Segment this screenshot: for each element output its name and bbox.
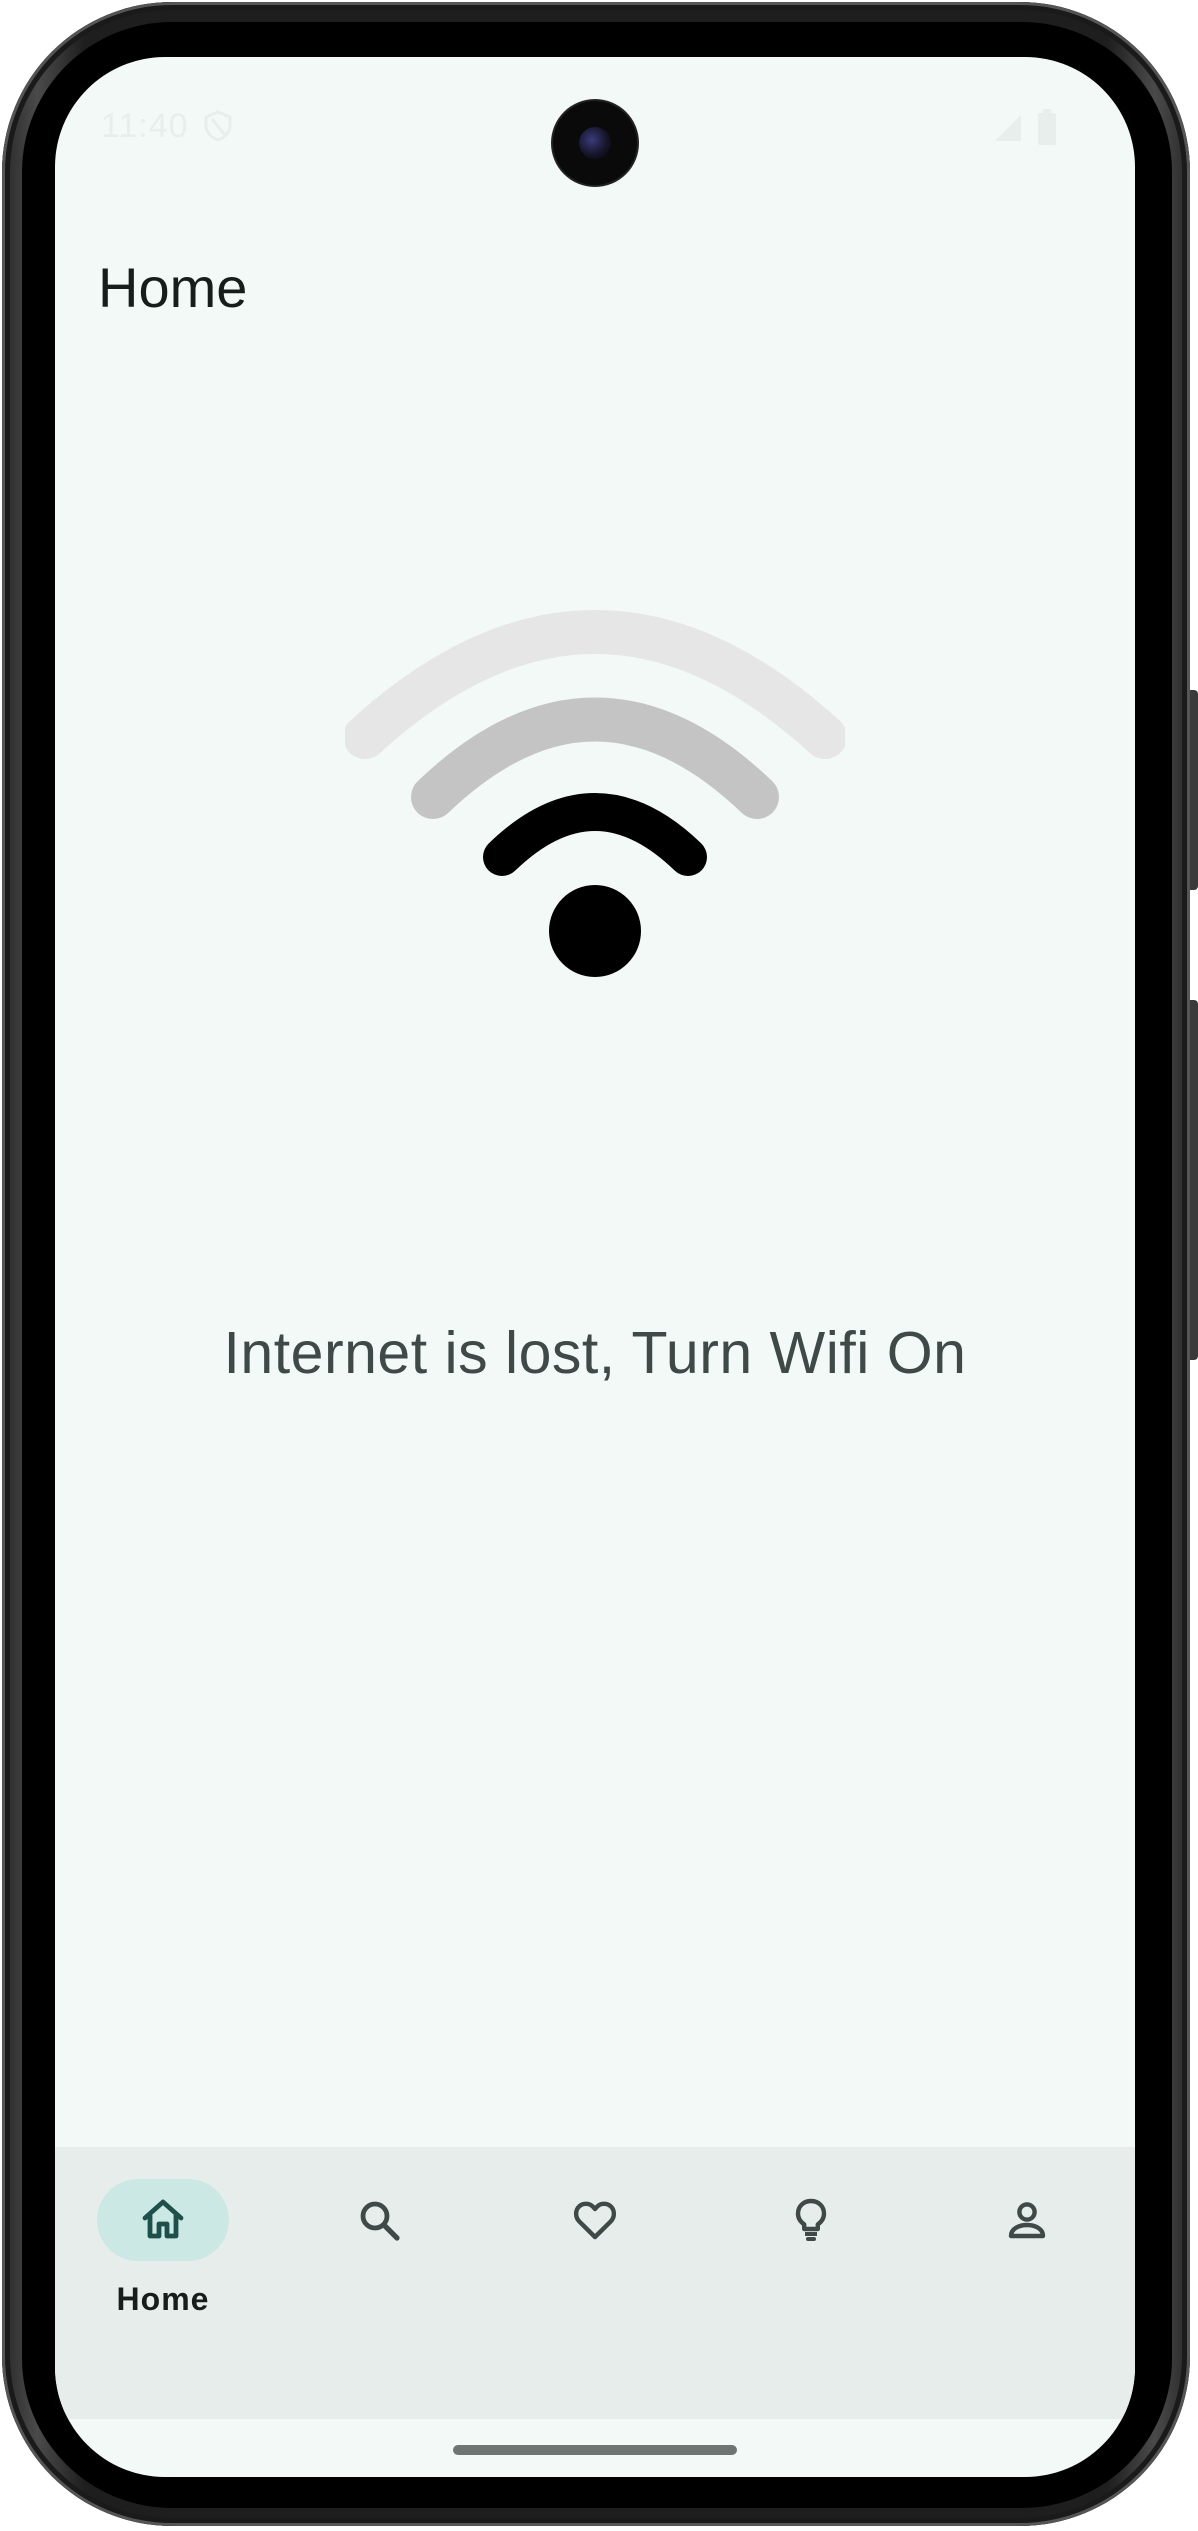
- wifi-dot: [549, 885, 641, 977]
- bottom-navigation: Home: [55, 2147, 1135, 2419]
- cell-signal-icon: [995, 115, 1021, 141]
- page-title: Home: [98, 256, 248, 319]
- nav-item-profile[interactable]: [919, 2147, 1135, 2419]
- volume-button: [1190, 1000, 1198, 1360]
- nav-item-search[interactable]: [271, 2147, 487, 2419]
- heart-icon: [573, 2201, 617, 2240]
- nav-label-home: Home: [116, 2281, 210, 2317]
- status-time: 11:40: [101, 107, 189, 145]
- wifi-inner-arc: [483, 793, 707, 876]
- phone-device: 11:40 Home Internet is lost, Turn Wifi O…: [0, 0, 1198, 2531]
- wifi-icon: [345, 610, 845, 977]
- lightbulb-icon: [795, 2198, 827, 2241]
- search-icon: [360, 2201, 400, 2241]
- no-internet-message: Internet is lost, Turn Wifi On: [223, 1320, 967, 1386]
- wifi-middle-arc: [411, 697, 779, 819]
- nav-item-ideas[interactable]: [703, 2147, 919, 2419]
- nav-item-home[interactable]: Home: [55, 2147, 271, 2419]
- home-icon: [142, 2199, 184, 2239]
- front-camera: [553, 101, 637, 185]
- battery-icon: [1038, 109, 1056, 145]
- shield-icon: [204, 110, 232, 142]
- nav-item-favorites[interactable]: [487, 2147, 703, 2419]
- screen: 11:40 Home Internet is lost, Turn Wifi O…: [55, 57, 1135, 2477]
- power-button: [1190, 690, 1198, 890]
- person-icon: [1008, 2202, 1046, 2239]
- gesture-handle[interactable]: [453, 2445, 737, 2455]
